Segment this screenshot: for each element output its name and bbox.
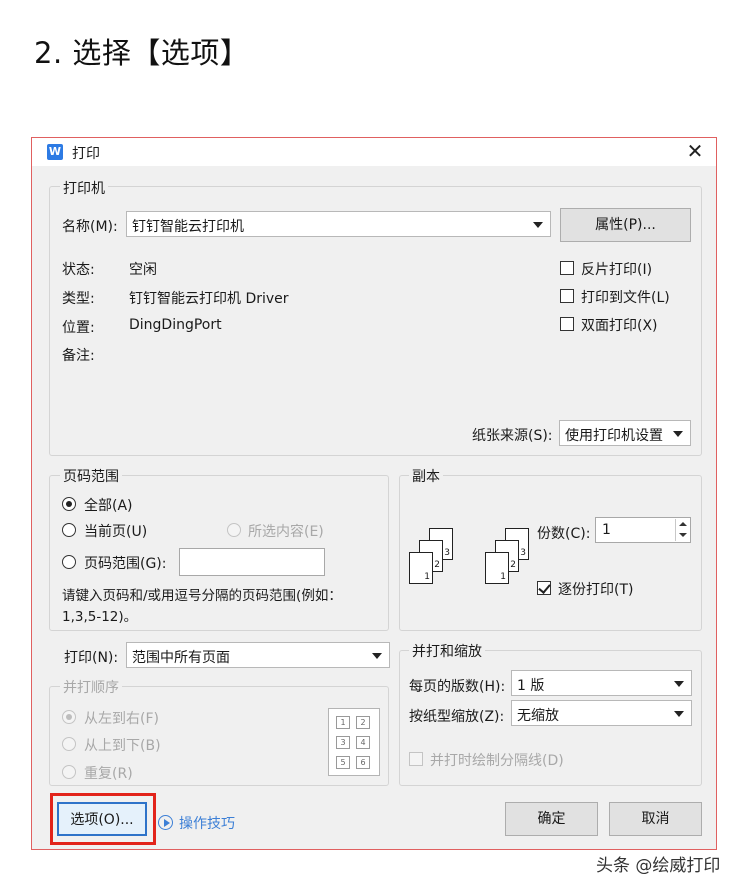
status-value: 空闲 xyxy=(129,262,157,278)
range-pages-label[interactable]: 页码范围(G): xyxy=(84,553,167,573)
printer-name-label: 名称(M): xyxy=(62,219,118,235)
print-to-file-checkbox[interactable] xyxy=(560,289,574,303)
page-range-input[interactable] xyxy=(179,548,325,576)
range-pages-radio[interactable] xyxy=(62,555,76,569)
pages-per-sheet-value: 1 版 xyxy=(517,678,545,694)
order-grid-preview: 1 2 3 4 5 6 xyxy=(328,708,380,776)
chevron-down-icon xyxy=(674,681,684,687)
paper-source-select[interactable]: 使用打印机设置 xyxy=(559,420,691,446)
chevron-down-icon xyxy=(674,711,684,717)
pages-per-sheet-select[interactable]: 1 版 xyxy=(511,670,692,696)
stepper-down-icon[interactable] xyxy=(675,530,689,541)
title-bar: W 打印 ✕ xyxy=(32,138,716,166)
grid-cell: 4 xyxy=(356,736,370,749)
order-repeat-radio[interactable] xyxy=(62,765,76,779)
scale-label: 按纸型缩放(Z): xyxy=(409,709,505,725)
pages-per-sheet-label: 每页的版数(H): xyxy=(409,679,506,695)
order-left-right-radio[interactable] xyxy=(62,710,76,724)
zoom-group-title: 并打和缩放 xyxy=(409,641,485,661)
stepper-up-icon[interactable] xyxy=(675,519,689,530)
print-what-value: 范围中所有页面 xyxy=(132,650,230,666)
printer-name-select[interactable]: 钉钉智能云打印机 xyxy=(126,211,551,237)
range-current-radio[interactable] xyxy=(62,523,76,537)
grid-cell: 5 xyxy=(336,756,350,769)
page-range-hint-line2: 1,3,5-12)。 xyxy=(62,609,138,625)
location-label: 位置: xyxy=(62,320,95,336)
reverse-print-label[interactable]: 反片打印(I) xyxy=(581,259,652,279)
grid-cell: 3 xyxy=(336,736,350,749)
chevron-down-icon xyxy=(372,653,382,659)
print-what-label: 打印(N): xyxy=(64,650,119,666)
draw-lines-label[interactable]: 并打时绘制分隔线(D) xyxy=(430,750,564,770)
printer-group-title: 打印机 xyxy=(60,178,108,198)
range-all-radio[interactable] xyxy=(62,497,76,511)
properties-button[interactable]: 属性(P)... xyxy=(560,208,691,242)
copies-count-input[interactable]: 1 xyxy=(595,517,691,543)
copies-group-title: 副本 xyxy=(409,466,443,486)
collate-checkbox[interactable] xyxy=(537,581,551,595)
paper-source-value: 使用打印机设置 xyxy=(565,428,663,444)
chevron-down-icon xyxy=(533,222,543,228)
play-circle-icon[interactable] xyxy=(158,815,173,830)
sheet-1: 1 xyxy=(409,552,433,584)
page-range-hint-line1: 请键入页码和/或用逗号分隔的页码范围(例如： xyxy=(62,588,342,604)
type-value: 钉钉智能云打印机 Driver xyxy=(129,291,289,307)
paper-source-label: 纸张来源(S): xyxy=(472,428,553,444)
scale-value: 无缩放 xyxy=(517,708,559,724)
order-top-bottom-label[interactable]: 从上到下(B) xyxy=(84,735,161,755)
print-dialog: W 打印 ✕ 打印机 名称(M): 钉钉智能云打印机 属性(P)... 状态: … xyxy=(31,137,717,850)
reverse-print-checkbox[interactable] xyxy=(560,261,574,275)
location-value: DingDingPort xyxy=(129,317,222,333)
range-all-label[interactable]: 全部(A) xyxy=(84,495,133,515)
copies-count-label: 份数(C): xyxy=(537,526,591,542)
printer-name-value: 钉钉智能云打印机 xyxy=(132,219,244,235)
duplex-checkbox[interactable] xyxy=(560,317,574,331)
grid-cell: 6 xyxy=(356,756,370,769)
tips-link[interactable]: 操作技巧 xyxy=(179,813,235,833)
print-what-select[interactable]: 范围中所有页面 xyxy=(126,642,390,668)
collate-label[interactable]: 逐份打印(T) xyxy=(558,579,633,599)
type-label: 类型: xyxy=(62,291,95,307)
order-left-right-label[interactable]: 从左到右(F) xyxy=(84,708,159,728)
highlight-box xyxy=(50,793,156,845)
watermark: 头条 @绘威打印 xyxy=(596,856,721,876)
order-top-bottom-radio[interactable] xyxy=(62,737,76,751)
chevron-down-icon xyxy=(673,431,683,437)
status-label: 状态: xyxy=(62,262,95,278)
scale-select[interactable]: 无缩放 xyxy=(511,700,692,726)
wps-app-icon: W xyxy=(47,144,63,160)
sheet-1b: 1 xyxy=(485,552,509,584)
combine-order-group-title: 并打顺序 xyxy=(60,677,122,697)
page-range-group-title: 页码范围 xyxy=(60,466,122,486)
order-repeat-label[interactable]: 重复(R) xyxy=(84,763,133,783)
duplex-label[interactable]: 双面打印(X) xyxy=(581,315,658,335)
ok-button[interactable]: 确定 xyxy=(505,802,598,836)
dialog-title: 打印 xyxy=(72,146,100,162)
range-current-label[interactable]: 当前页(U) xyxy=(84,521,147,541)
comment-label: 备注: xyxy=(62,348,95,364)
grid-cell: 1 xyxy=(336,716,350,729)
draw-lines-checkbox[interactable] xyxy=(409,752,423,766)
copies-count-value: 1 xyxy=(602,522,611,538)
close-icon[interactable]: ✕ xyxy=(683,139,707,163)
collate-illustration: 3 2 1 3 2 1 xyxy=(409,528,529,588)
print-to-file-label[interactable]: 打印到文件(L) xyxy=(581,287,670,307)
range-selection-radio[interactable] xyxy=(227,523,241,537)
page-heading: 2. 选择【选项】 xyxy=(34,36,250,70)
grid-cell: 2 xyxy=(356,716,370,729)
cancel-button[interactable]: 取消 xyxy=(609,802,702,836)
range-selection-label[interactable]: 所选内容(E) xyxy=(248,521,324,541)
